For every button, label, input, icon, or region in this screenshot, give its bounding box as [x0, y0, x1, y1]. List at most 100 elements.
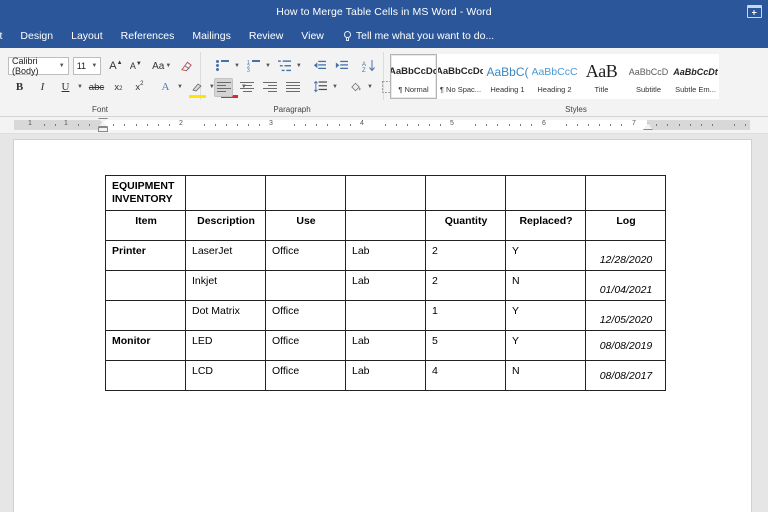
italic-button[interactable]: I — [33, 78, 52, 97]
style-item-heading-2[interactable]: AaBbCcC Heading 2 — [531, 53, 578, 99]
cell-replaced[interactable]: Y — [505, 330, 586, 361]
underline-button[interactable]: U — [56, 78, 75, 97]
cell-replaced[interactable]: N — [505, 360, 586, 391]
cell-extra[interactable] — [345, 300, 426, 331]
align-center-icon[interactable] — [237, 78, 256, 97]
header-blank[interactable] — [345, 210, 426, 241]
cell-log[interactable]: 08/08/2017 — [585, 360, 666, 391]
font-name-combo[interactable]: Calibri (Body) ▼ — [8, 56, 69, 76]
cell-use[interactable]: Office — [265, 240, 346, 271]
tab-design[interactable]: Design — [11, 24, 62, 48]
cell-description[interactable]: LCD — [185, 360, 266, 391]
cell-extra[interactable]: Lab — [345, 240, 426, 271]
table-row[interactable]: Inkjet Lab 2 N 01/04/2021 — [105, 270, 666, 301]
table-row[interactable]: Monitor LED Office Lab 5 Y 08/08/2019 — [105, 330, 666, 361]
text-effects-button[interactable]: A — [156, 78, 175, 97]
text-effects-chevron-down-icon[interactable]: ▼ — [177, 84, 183, 90]
increase-indent-icon[interactable] — [332, 57, 351, 76]
cell-title-blank-4[interactable] — [425, 175, 506, 211]
cell-title-blank-2[interactable] — [265, 175, 346, 211]
ribbon-display-options-icon[interactable] — [746, 4, 762, 19]
cell-description[interactable]: LED — [185, 330, 266, 361]
font-size-combo[interactable]: 11 ▼ — [72, 57, 102, 75]
style-item-heading-1[interactable]: AaBbC( Heading 1 — [484, 53, 531, 99]
justify-icon[interactable] — [283, 78, 302, 97]
clear-formatting-icon[interactable] — [177, 57, 196, 76]
header-replaced[interactable]: Replaced? — [505, 210, 586, 241]
equipment-inventory-table[interactable]: EQUIPMENT INVENTORY Item Description Use… — [105, 175, 666, 391]
shrink-font-button[interactable]: A ▼ — [126, 57, 145, 76]
tab-mailings[interactable]: Mailings — [183, 24, 240, 48]
header-item[interactable]: Item — [105, 210, 186, 241]
line-spacing-chevron-down-icon[interactable]: ▼ — [332, 84, 338, 90]
strikethrough-button[interactable]: abc — [87, 78, 106, 97]
tab-review[interactable]: Review — [240, 24, 292, 48]
header-description[interactable]: Description — [185, 210, 266, 241]
cell-equipment-inventory[interactable]: EQUIPMENT INVENTORY — [105, 175, 186, 211]
header-use[interactable]: Use — [265, 210, 346, 241]
cell-quantity[interactable]: 2 — [425, 270, 506, 301]
bullets-chevron-down-icon[interactable]: ▼ — [234, 63, 240, 69]
cell-item[interactable] — [105, 300, 186, 331]
style-item-title[interactable]: AaB Title — [578, 53, 625, 99]
cell-log[interactable]: 01/04/2021 — [585, 270, 666, 301]
grow-font-button[interactable]: A ▲ — [106, 57, 125, 76]
table-row[interactable]: Printer LaserJet Office Lab 2 Y 12/28/20… — [105, 240, 666, 271]
cell-use[interactable]: Office — [265, 330, 346, 361]
bold-button[interactable]: B — [10, 78, 29, 97]
cell-use[interactable]: Office — [265, 300, 346, 331]
cell-extra[interactable]: Lab — [345, 330, 426, 361]
style-item-subtle-emphasis[interactable]: AaBbCcDt Subtle Em... — [672, 53, 719, 99]
cell-use[interactable]: Office — [265, 360, 346, 391]
cell-item[interactable]: Monitor — [105, 330, 186, 361]
cell-item[interactable]: Printer — [105, 240, 186, 271]
tab-references[interactable]: References — [112, 24, 184, 48]
cell-replaced[interactable]: Y — [505, 300, 586, 331]
cell-log[interactable]: 08/08/2019 — [585, 330, 666, 361]
line-spacing-icon[interactable] — [311, 78, 330, 97]
cell-title-blank-5[interactable] — [505, 175, 586, 211]
document-page[interactable]: EQUIPMENT INVENTORY Item Description Use… — [14, 140, 751, 512]
horizontal-ruler[interactable]: 1 1 2 3 4 5 6 7 — [0, 117, 768, 134]
cell-item[interactable] — [105, 360, 186, 391]
cell-quantity[interactable]: 5 — [425, 330, 506, 361]
cell-replaced[interactable]: N — [505, 270, 586, 301]
decrease-indent-icon[interactable] — [310, 57, 329, 76]
tell-me-search[interactable]: Tell me what you want to do... — [343, 30, 494, 42]
cell-log[interactable]: 12/05/2020 — [585, 300, 666, 331]
document-canvas[interactable]: EQUIPMENT INVENTORY Item Description Use… — [0, 135, 768, 512]
cell-title-blank-3[interactable] — [345, 175, 426, 211]
cell-use[interactable] — [265, 270, 346, 301]
cell-description[interactable]: Dot Matrix — [185, 300, 266, 331]
cell-quantity[interactable]: 2 — [425, 240, 506, 271]
cell-quantity[interactable]: 1 — [425, 300, 506, 331]
bullets-icon[interactable] — [213, 57, 232, 76]
cell-replaced[interactable]: Y — [505, 240, 586, 271]
table-row-title[interactable]: EQUIPMENT INVENTORY — [105, 175, 666, 211]
align-right-icon[interactable] — [260, 78, 279, 97]
left-indent-marker[interactable] — [98, 127, 108, 132]
cell-item[interactable] — [105, 270, 186, 301]
style-item-subtitle[interactable]: AaBbCcD Subtitle — [625, 53, 672, 99]
sort-icon[interactable]: A Z — [359, 57, 378, 76]
tab-insert-clipped[interactable]: rt — [0, 24, 11, 48]
align-left-icon[interactable] — [214, 77, 233, 97]
cell-extra[interactable]: Lab — [345, 360, 426, 391]
multilevel-chevron-down-icon[interactable]: ▼ — [296, 63, 302, 69]
cell-description[interactable]: Inkjet — [185, 270, 266, 301]
shading-chevron-down-icon[interactable]: ▼ — [367, 84, 373, 90]
multilevel-list-icon[interactable] — [275, 57, 294, 76]
cell-extra[interactable]: Lab — [345, 270, 426, 301]
cell-title-blank-1[interactable] — [185, 175, 266, 211]
style-item-normal[interactable]: AaBbCcDc ¶ Normal — [390, 53, 437, 99]
change-case-button[interactable]: Aa ▼ — [151, 57, 172, 76]
header-quantity[interactable]: Quantity — [425, 210, 506, 241]
tab-layout[interactable]: Layout — [62, 24, 112, 48]
underline-chevron-down-icon[interactable]: ▼ — [77, 84, 83, 90]
tab-view[interactable]: View — [292, 24, 333, 48]
table-row-header[interactable]: Item Description Use Quantity Replaced? … — [105, 210, 666, 241]
shading-icon[interactable] — [346, 78, 365, 97]
numbering-chevron-down-icon[interactable]: ▼ — [265, 63, 271, 69]
cell-quantity[interactable]: 4 — [425, 360, 506, 391]
numbering-icon[interactable]: 123 — [244, 57, 263, 76]
